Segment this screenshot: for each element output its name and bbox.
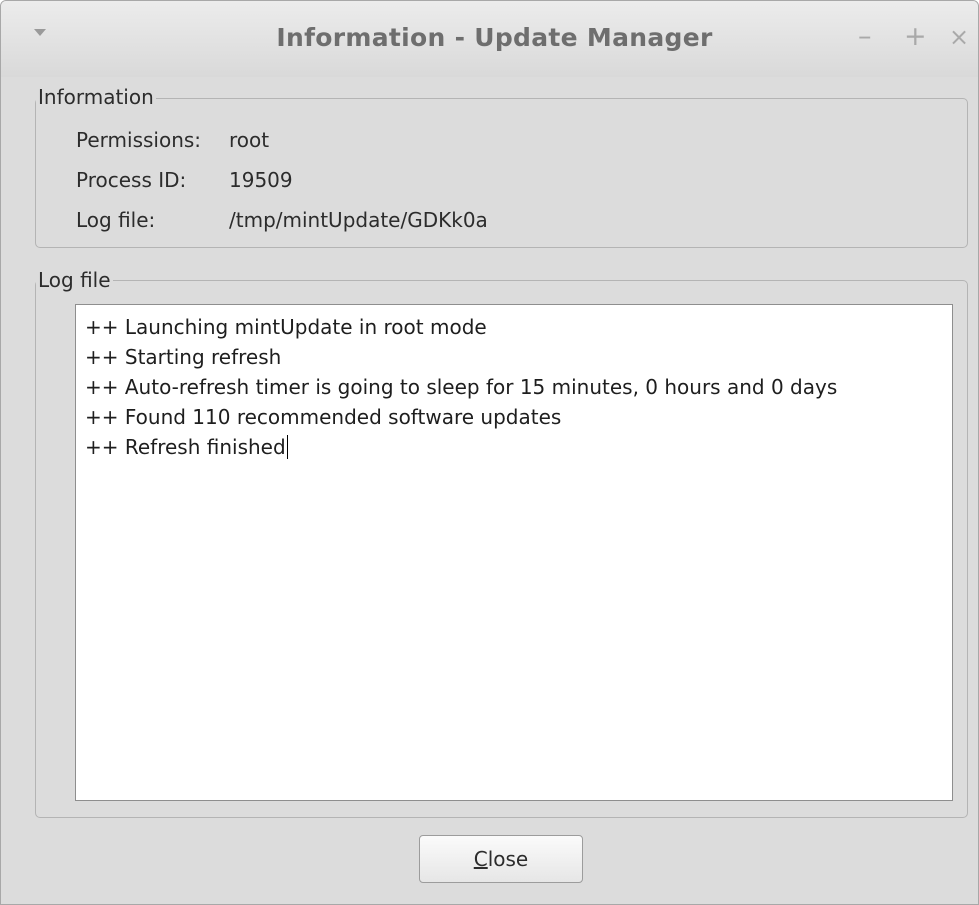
log-text-view[interactable]: ++ Launching mintUpdate in root mode ++ … (75, 304, 953, 801)
close-button-mnemonic: C (473, 847, 488, 871)
process-id-value: 19509 (229, 168, 293, 192)
information-frame-legend: Information (36, 85, 156, 109)
log-line: ++ Starting refresh (85, 345, 282, 369)
log-line: ++ Launching mintUpdate in root mode (85, 315, 487, 339)
log-file-path-value: /tmp/mintUpdate/GDKk0a (229, 208, 488, 232)
log-line-text: ++ Refresh finished (85, 435, 286, 459)
window-title: Information - Update Manager (276, 23, 713, 52)
permissions-label: Permissions: (76, 128, 202, 152)
close-button-label: lose (487, 847, 529, 871)
text-caret (286, 435, 288, 459)
close-button[interactable]: Close (419, 835, 583, 883)
maximize-icon[interactable]: + (904, 22, 927, 52)
permissions-value: root (229, 128, 270, 152)
log-line: ++ Auto-refresh timer is going to sleep … (85, 375, 838, 399)
title-bar[interactable]: Information - Update Manager – + × (1, 1, 978, 77)
process-id-label: Process ID: (76, 168, 187, 192)
minimize-icon[interactable]: – (858, 22, 872, 52)
update-manager-info-window: Information - Update Manager – + × Infor… (0, 0, 979, 905)
log-file-frame-legend: Log file (36, 268, 113, 292)
log-line-last: ++ Refresh finished (85, 432, 952, 462)
close-icon[interactable]: × (949, 22, 969, 52)
log-line: ++ Found 110 recommended software update… (85, 405, 562, 429)
log-file-label: Log file: (76, 208, 156, 232)
